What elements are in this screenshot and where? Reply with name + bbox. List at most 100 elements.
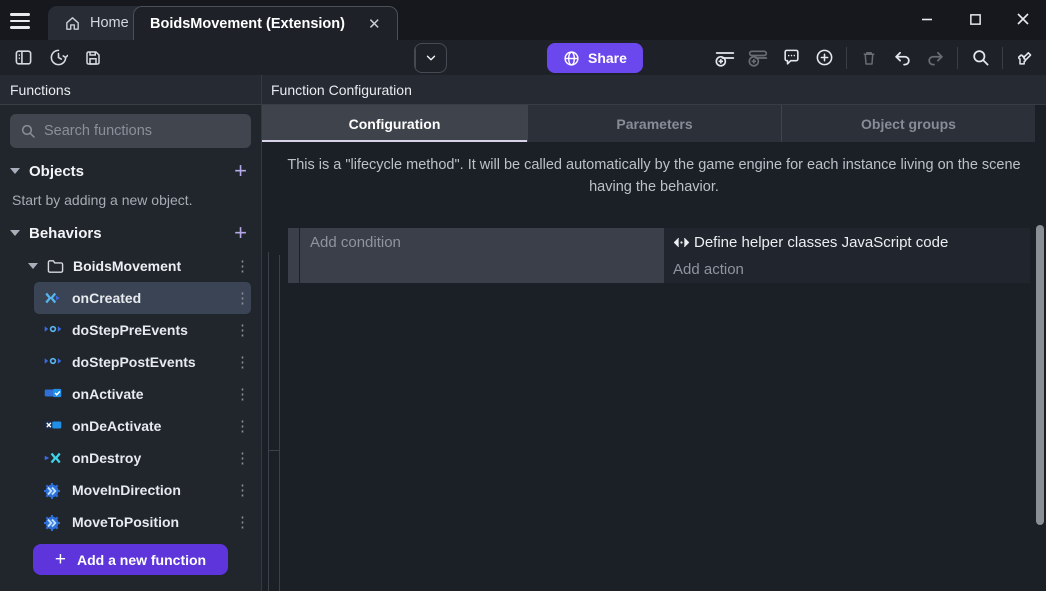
functions-panel: Functions Objects + Start by adding a ne…	[0, 75, 262, 591]
event-title: Define helper classes JavaScript code	[694, 234, 948, 251]
search-icon	[20, 123, 36, 139]
add-subevent-icon[interactable]	[747, 47, 769, 69]
window-controls	[916, 8, 1034, 30]
events-sheet: Add condition Define helper classes Java…	[262, 215, 1046, 591]
event-title-row[interactable]: Define helper classes JavaScript code	[673, 228, 1030, 256]
function-item-label: onDeActivate	[72, 418, 225, 434]
share-label: Share	[588, 50, 627, 66]
behavior-group-label: BoidsMovement	[73, 258, 226, 274]
undo-icon[interactable]	[891, 47, 913, 69]
function-item-label: MoveInDirection	[72, 482, 225, 498]
function-item[interactable]: onDestroy ⋮	[34, 442, 251, 474]
function-item[interactable]: onActivate ⋮	[34, 378, 251, 410]
item-menu-button[interactable]: ⋮	[235, 449, 245, 467]
chevron-down-icon[interactable]	[28, 263, 38, 269]
chevron-down-icon[interactable]	[10, 168, 20, 174]
close-button[interactable]	[1012, 8, 1034, 30]
function-item-label: doStepPreEvents	[72, 322, 225, 338]
function-list: onCreated⋮doStepPreEvents⋮doStepPostEven…	[0, 282, 261, 538]
folder-icon	[47, 259, 64, 274]
dostep-icon	[44, 355, 62, 369]
objects-empty-note: Start by adding a new object.	[0, 186, 261, 216]
toolbar-separator	[1002, 47, 1003, 69]
event-drag-handle[interactable]	[288, 228, 299, 283]
save-icon[interactable]	[82, 47, 104, 69]
tab-configuration[interactable]: Configuration	[262, 105, 527, 142]
lifecycle-description: This is a "lifecycle method". It will be…	[262, 142, 1046, 215]
add-behavior-button[interactable]: +	[234, 223, 247, 243]
function-item[interactable]: onDeActivate ⋮	[34, 410, 251, 442]
add-object-button[interactable]: +	[234, 161, 247, 181]
function-item[interactable]: onCreated⋮	[34, 282, 251, 314]
hamburger-menu-icon[interactable]	[10, 11, 36, 31]
events-scrollbar[interactable]	[1036, 225, 1044, 525]
function-item-label: doStepPostEvents	[72, 354, 225, 370]
panels-icon[interactable]	[12, 47, 34, 69]
add-condition-button[interactable]: Add condition	[300, 228, 664, 283]
edit-extension-icon[interactable]	[1014, 47, 1036, 69]
add-event-icon[interactable]	[714, 47, 736, 69]
history-icon[interactable]	[47, 47, 69, 69]
behavior-group-row[interactable]: BoidsMovement ⋮	[0, 252, 261, 280]
tab-object-groups[interactable]: Object groups	[781, 105, 1035, 142]
titlebar: Home BoidsMovement (Extension) ✕	[0, 0, 1046, 40]
indent-guide	[268, 450, 279, 451]
function-item-label: MoveToPosition	[72, 514, 225, 530]
toolbar: Preview Share	[0, 40, 1046, 75]
tab-close-icon[interactable]: ✕	[368, 15, 381, 33]
add-function-button[interactable]: + Add a new function	[33, 544, 228, 575]
toolbar-separator	[957, 47, 958, 69]
configuration-tabs: Configuration Parameters Object groups	[262, 105, 1046, 142]
dostep-icon	[44, 323, 62, 337]
search-functions-box[interactable]	[10, 114, 251, 148]
oncreated-icon	[44, 291, 62, 305]
behaviors-section-label: Behaviors	[29, 225, 234, 242]
behaviors-section-header[interactable]: Behaviors +	[0, 218, 261, 248]
objects-section-header[interactable]: Objects +	[0, 156, 261, 186]
item-menu-button[interactable]: ⋮	[235, 385, 245, 403]
chevron-down-icon[interactable]	[10, 230, 20, 236]
toolbar-separator	[846, 47, 847, 69]
function-item[interactable]: MoveToPosition ⋮	[34, 506, 251, 538]
objects-section-label: Objects	[29, 163, 234, 180]
main-panel: Function Configuration Configuration Par…	[262, 75, 1046, 591]
item-menu-button[interactable]: ⋮	[235, 289, 245, 307]
item-menu-button[interactable]: ⋮	[235, 321, 245, 339]
minimize-button[interactable]	[916, 8, 938, 30]
tab-active-label: BoidsMovement (Extension)	[150, 16, 345, 32]
comment-icon[interactable]	[780, 47, 802, 69]
main-panel-title: Function Configuration	[262, 75, 1046, 105]
preview-dropdown-button[interactable]	[415, 44, 446, 72]
function-item-label: onActivate	[72, 386, 225, 402]
item-menu-button[interactable]: ⋮	[235, 417, 245, 435]
function-item[interactable]: MoveInDirection ⋮	[34, 474, 251, 506]
item-menu-button[interactable]: ⋮	[235, 513, 245, 531]
indent-guide	[279, 255, 280, 591]
behavior-gear-icon	[44, 515, 62, 529]
item-menu-button[interactable]: ⋮	[235, 257, 245, 275]
tab-boidsmovement[interactable]: BoidsMovement (Extension) ✕	[133, 6, 398, 40]
indent-guide	[268, 252, 269, 591]
ondestroy-icon	[44, 451, 62, 465]
add-function-label: Add a new function	[77, 552, 206, 568]
search-functions-input[interactable]	[44, 123, 241, 139]
add-circle-icon[interactable]	[813, 47, 835, 69]
share-button[interactable]: Share	[547, 43, 643, 73]
function-item[interactable]: doStepPreEvents ⋮	[34, 314, 251, 346]
tab-home[interactable]: Home	[48, 6, 145, 40]
function-item[interactable]: doStepPostEvents ⋮	[34, 346, 251, 378]
redo-icon[interactable]	[924, 47, 946, 69]
add-action-button[interactable]: Add action	[673, 256, 1030, 283]
onactivate-icon	[44, 387, 62, 401]
item-menu-button[interactable]: ⋮	[235, 353, 245, 371]
preview-button[interactable]: Preview	[414, 43, 447, 73]
item-menu-button[interactable]: ⋮	[235, 481, 245, 499]
tab-home-label: Home	[90, 15, 129, 31]
maximize-button[interactable]	[964, 8, 986, 30]
home-icon	[64, 15, 81, 32]
function-item-label: onDestroy	[72, 450, 225, 466]
trash-icon[interactable]	[858, 47, 880, 69]
tab-parameters[interactable]: Parameters	[527, 105, 781, 142]
search-icon[interactable]	[969, 47, 991, 69]
globe-icon	[563, 50, 580, 67]
